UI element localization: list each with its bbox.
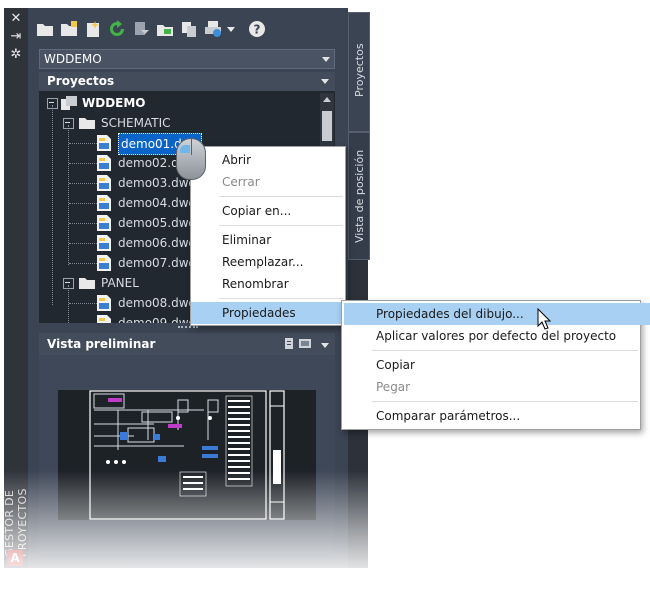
plot-icon[interactable] <box>204 20 222 38</box>
dwg-file-icon <box>97 215 111 231</box>
close-icon[interactable]: ✕ <box>4 10 28 28</box>
menu-item-copy-to[interactable]: Copiar en... <box>191 200 376 222</box>
dwg-file-icon <box>97 295 111 311</box>
dropdown-icon[interactable] <box>226 20 236 38</box>
palette-title: GESTOR DE PROYECTOS <box>3 488 29 557</box>
dwg-file-icon <box>97 135 111 151</box>
menu-item-paste: Pegar <box>376 380 411 394</box>
svg-text:?: ? <box>254 23 261 37</box>
menu-item-properties-label: Propiedades <box>222 306 296 320</box>
folder-icon <box>79 278 95 289</box>
mouse-button-divider <box>191 139 192 155</box>
menu-separator <box>219 225 343 226</box>
menu-item-delete[interactable]: Eliminar <box>191 229 376 251</box>
help-icon[interactable]: ? <box>248 20 266 38</box>
dwg-file-icon <box>97 315 111 323</box>
project-selector-value: WDDEMO <box>44 52 102 66</box>
details-icon[interactable] <box>285 338 295 349</box>
copy-project-icon[interactable] <box>180 20 198 38</box>
project-selector[interactable]: WDDEMO <box>39 49 335 69</box>
collapse-icon[interactable] <box>47 98 58 109</box>
projects-section-header[interactable]: Proyectos <box>39 72 335 91</box>
menu-separator <box>372 350 638 351</box>
menu-separator <box>372 401 638 402</box>
tree-file-label: demo07.dwg <box>118 256 197 270</box>
task-list-icon[interactable] <box>132 20 150 38</box>
project-folder-icon[interactable] <box>156 20 174 38</box>
properties-submenu: Propiedades del dibujo... Aplicar valore… <box>341 300 650 430</box>
toolbar: ? <box>36 20 276 44</box>
scroll-up-icon[interactable] <box>323 97 331 102</box>
menu-separator <box>219 196 343 197</box>
chevron-down-icon[interactable] <box>322 57 330 62</box>
project-icon <box>61 96 77 110</box>
chevron-down-icon[interactable] <box>321 343 329 348</box>
folder-icon <box>79 118 95 129</box>
drawing-thumbnail <box>58 390 316 520</box>
menu-item-apply-project-defaults[interactable]: Aplicar valores por defecto del proyecto <box>342 325 650 347</box>
dwg-file-icon <box>97 175 111 191</box>
tree-file-label: demo08.dwg <box>118 296 197 310</box>
cursor-arrow-icon <box>537 308 551 330</box>
preview-header[interactable]: Vista preliminar <box>39 333 335 355</box>
new-drawing-icon[interactable] <box>84 20 102 38</box>
menu-item-compare-settings[interactable]: Comparar parámetros... <box>342 405 650 427</box>
autohide-icon[interactable]: ⇥ <box>4 28 28 46</box>
refresh-icon[interactable] <box>108 20 126 38</box>
mouse-graphic <box>176 138 206 180</box>
menu-item-close: Cerrar <box>222 175 260 189</box>
menu-item-drawing-properties[interactable]: Propiedades del dibujo... <box>344 303 650 325</box>
properties-icon[interactable]: ✲ <box>4 46 28 64</box>
projects-section-title: Proyectos <box>47 74 115 88</box>
chevron-down-icon[interactable] <box>321 79 329 84</box>
preview-title: Vista preliminar <box>47 337 156 351</box>
menu-item-rename[interactable]: Renombrar <box>191 273 376 295</box>
open-project-icon[interactable] <box>36 20 54 38</box>
new-project-icon[interactable] <box>60 20 78 38</box>
menu-item-replace[interactable]: Reemplazar... <box>191 251 376 273</box>
tree-file-label: demo06.dwg <box>118 236 197 250</box>
mouse-left-button <box>180 145 190 153</box>
tab-projects[interactable]: Proyectos <box>348 12 370 132</box>
splitter-grip[interactable] <box>178 326 198 329</box>
scroll-thumb[interactable] <box>322 111 332 141</box>
preview-image-icon[interactable] <box>299 339 311 348</box>
tree-file-label: demo04.dwg <box>118 196 197 210</box>
palette-titlebar: ✕ ⇥ ✲ GESTOR DE PROYECTOS <box>3 8 29 568</box>
collapse-icon[interactable] <box>63 278 74 289</box>
app-logo: A <box>7 550 23 566</box>
dwg-file-icon <box>97 195 111 211</box>
dwg-file-icon <box>97 255 111 271</box>
dwg-file-icon <box>97 235 111 251</box>
tree-file-label: demo05.dwg <box>118 216 197 230</box>
menu-item-copy[interactable]: Copiar <box>342 354 650 376</box>
menu-separator <box>219 298 343 299</box>
menu-item-open[interactable]: Abrir <box>191 149 376 171</box>
dwg-file-icon <box>97 155 111 171</box>
context-menu: Abrir Cerrar Copiar en... Eliminar Reemp… <box>190 146 376 326</box>
tree-file-label: demo09.dwg <box>118 316 197 323</box>
collapse-icon[interactable] <box>63 118 74 129</box>
